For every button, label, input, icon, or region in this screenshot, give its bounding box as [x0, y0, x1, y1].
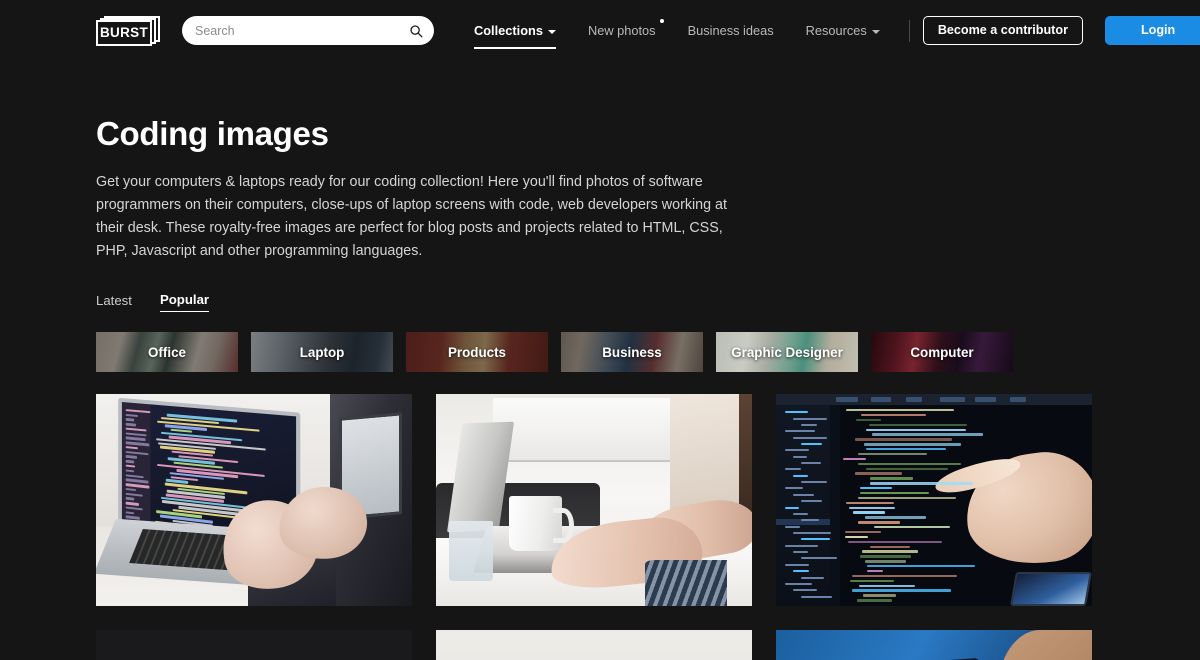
category-label-products: Products — [447, 344, 507, 360]
nav-item-new-photos[interactable]: New photos — [572, 18, 672, 41]
photo-grid — [96, 394, 1104, 660]
category-label-laptop: Laptop — [299, 344, 345, 360]
top-navbar: BURST Collections New photos Business id… — [0, 0, 1200, 61]
nav-divider — [908, 19, 910, 42]
category-label-business: Business — [602, 344, 662, 360]
nav-item-collections[interactable]: Collections — [458, 21, 572, 49]
photo-card[interactable] — [436, 394, 752, 607]
chevron-down-icon — [871, 29, 880, 34]
nav-item-business-ideas-label: Business ideas — [687, 22, 774, 38]
category-tile-graphic-designer[interactable]: Graphic Designer — [716, 332, 858, 373]
category-label-office: Office — [148, 344, 186, 360]
logo-frame-front: BURST — [96, 19, 152, 46]
nav-item-resources-label: Resources — [805, 22, 867, 38]
photo-thumbnail-dark-ide — [776, 394, 1092, 607]
sort-tabs: Latest Popular — [96, 293, 1104, 313]
nav-item-resources[interactable]: Resources — [790, 21, 896, 41]
become-contributor-button[interactable]: Become a contributor — [922, 16, 1083, 45]
category-tiles: Office Laptop Products Business Graphic … — [96, 332, 1104, 373]
nav-item-new-photos-label: New photos — [587, 22, 656, 38]
photo-card[interactable] — [96, 394, 412, 607]
nav-item-business-ideas[interactable]: Business ideas — [672, 21, 790, 41]
category-tile-products[interactable]: Products — [406, 332, 548, 373]
photo-thumbnail-dark-monitor — [96, 630, 412, 660]
category-tile-computer[interactable]: Computer — [871, 332, 1013, 373]
category-tile-laptop[interactable]: Laptop — [251, 332, 393, 373]
tab-latest[interactable]: Latest — [96, 294, 132, 312]
photo-card[interactable] — [436, 630, 752, 660]
photo-thumbnail-portrait — [436, 630, 752, 660]
chevron-down-icon — [547, 29, 556, 34]
photo-card[interactable] — [776, 394, 1092, 607]
burst-logo[interactable]: BURST — [96, 15, 160, 46]
page-description: Get your computers & laptops ready for o… — [96, 174, 727, 259]
tab-popular[interactable]: Popular — [159, 293, 210, 313]
category-label-graphic-designer: Graphic Designer — [731, 344, 843, 360]
photo-thumbnail-code-laptop — [96, 394, 412, 607]
photo-thumbnail-blue-screen — [776, 630, 1092, 660]
search-box[interactable] — [182, 16, 434, 45]
logo-text: BURST — [100, 24, 148, 40]
main-content: Coding images Get your computers & lapto… — [0, 115, 1200, 660]
search-icon[interactable] — [409, 24, 423, 38]
nav-item-collections-label: Collections — [474, 22, 543, 38]
page-title: Coding images — [96, 115, 329, 152]
login-button[interactable]: Login — [1104, 15, 1200, 46]
nav-links: Collections New photos Business ideas Re… — [458, 15, 1200, 49]
nav-active-underline — [474, 47, 556, 49]
category-tile-business[interactable]: Business — [561, 332, 703, 373]
photo-card[interactable] — [96, 630, 412, 660]
photo-card[interactable] — [776, 630, 1092, 660]
search-input[interactable] — [182, 16, 434, 45]
category-tile-office[interactable]: Office — [96, 332, 238, 373]
category-label-computer: Computer — [910, 344, 974, 360]
photo-thumbnail-white-desk — [436, 394, 752, 607]
new-photos-badge-dot — [659, 18, 664, 23]
